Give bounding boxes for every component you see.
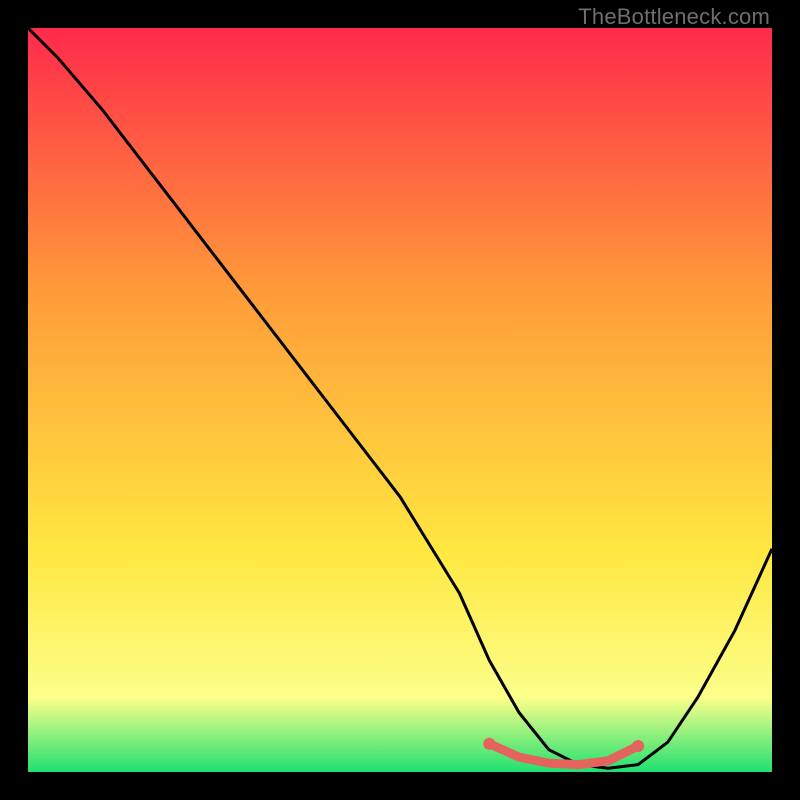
bottleneck-chart (28, 28, 772, 772)
watermark-text: TheBottleneck.com (578, 4, 770, 30)
chart-frame (28, 28, 772, 772)
optimal-range-endpoint (632, 740, 644, 752)
optimal-range-endpoint (483, 738, 495, 750)
gradient-background (28, 28, 772, 772)
